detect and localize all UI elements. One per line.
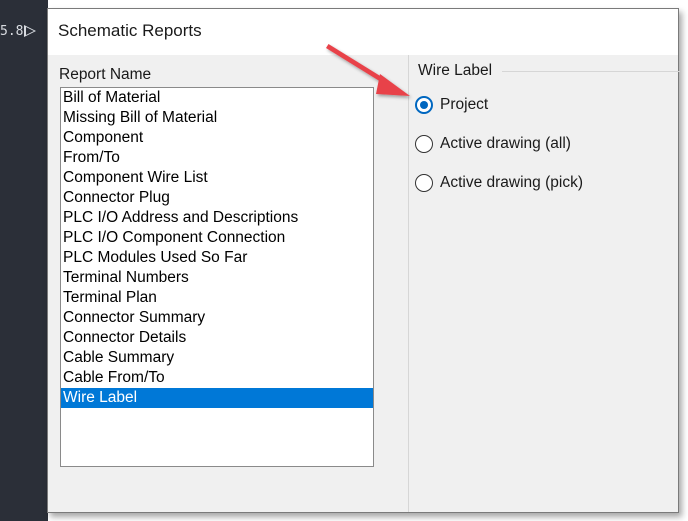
report-list-item[interactable]: PLC Modules Used So Far bbox=[61, 248, 373, 268]
radio-active-drawing-all[interactable]: Active drawing (all) bbox=[415, 132, 571, 156]
radio-project-label: Project bbox=[440, 96, 489, 113]
triangle-marker-icon bbox=[24, 25, 36, 37]
radio-active-drawing-pick[interactable]: Active drawing (pick) bbox=[415, 171, 583, 195]
report-list-item[interactable]: Connector Details bbox=[61, 328, 373, 348]
cad-background: 5.8 bbox=[0, 0, 48, 521]
report-list-item[interactable]: Connector Summary bbox=[61, 308, 373, 328]
report-name-label: Report Name bbox=[59, 66, 152, 83]
panel-divider bbox=[408, 55, 409, 512]
group-box-line bbox=[502, 71, 680, 72]
radio-button-icon[interactable] bbox=[415, 174, 433, 192]
wire-label-group-title: Wire Label bbox=[418, 62, 497, 80]
report-list-item[interactable]: Terminal Plan bbox=[61, 288, 373, 308]
report-list-item[interactable]: Terminal Numbers bbox=[61, 268, 373, 288]
cad-background-text: 5.8 bbox=[0, 24, 24, 39]
report-name-listbox[interactable]: Bill of Material Missing Bill of Material… bbox=[60, 87, 374, 467]
red-arrow-icon bbox=[326, 44, 410, 96]
report-list-item[interactable]: Missing Bill of Material bbox=[61, 108, 373, 128]
report-list-item[interactable]: Component bbox=[61, 128, 373, 148]
report-list-item[interactable]: From/To bbox=[61, 148, 373, 168]
report-list-item[interactable]: PLC I/O Component Connection bbox=[61, 228, 373, 248]
dialog-title: Schematic Reports bbox=[58, 21, 202, 40]
report-list-item[interactable]: PLC I/O Address and Descriptions bbox=[61, 208, 373, 228]
report-list-item[interactable]: Wire Label bbox=[61, 388, 373, 408]
report-list-item[interactable]: Connector Plug bbox=[61, 188, 373, 208]
radio-button-icon[interactable] bbox=[415, 135, 433, 153]
radio-active-drawing-all-label: Active drawing (all) bbox=[440, 135, 571, 152]
report-list-item[interactable]: Component Wire List bbox=[61, 168, 373, 188]
radio-project[interactable]: Project bbox=[415, 93, 488, 117]
radio-active-drawing-pick-label: Active drawing (pick) bbox=[440, 174, 583, 191]
report-list-item[interactable]: Cable Summary bbox=[61, 348, 373, 368]
report-list-item[interactable]: Cable From/To bbox=[61, 368, 373, 388]
